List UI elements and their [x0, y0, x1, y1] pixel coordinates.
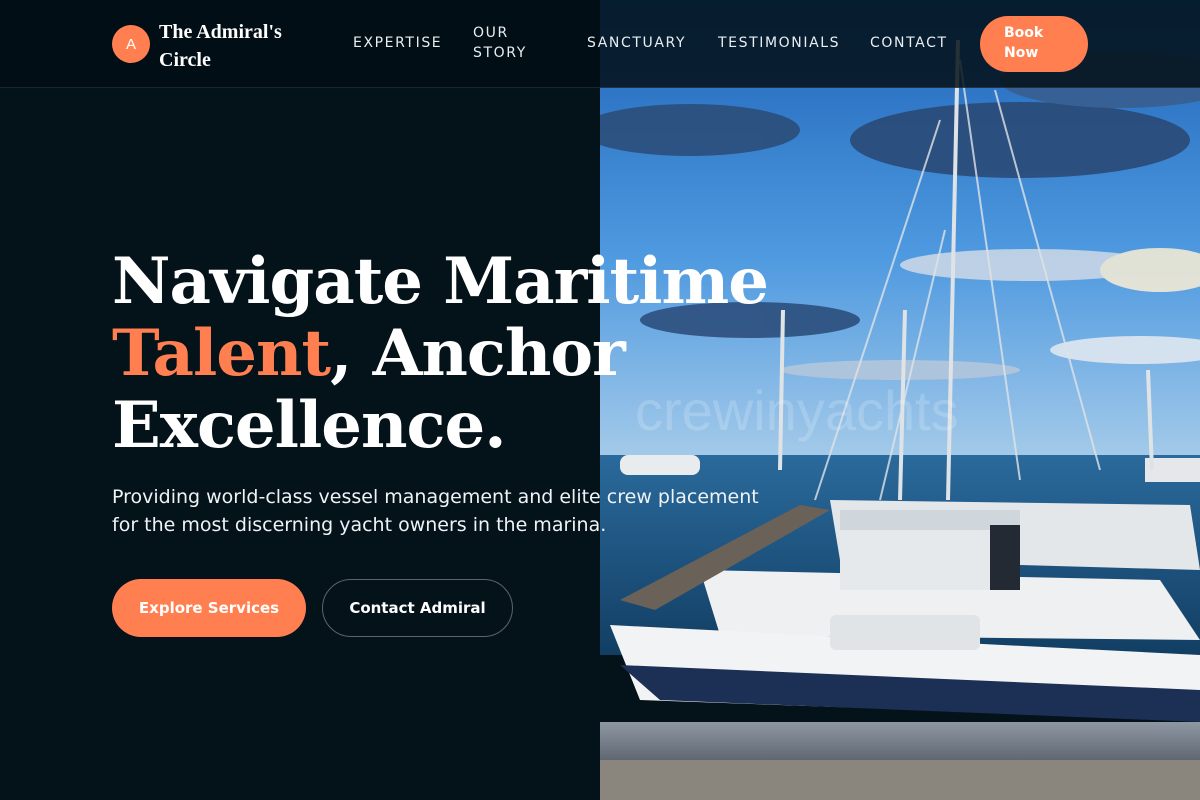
explore-services-button[interactable]: Explore Services	[112, 579, 306, 637]
nav-link-sanctuary[interactable]: SANCTUARY	[587, 33, 686, 53]
headline-line-1: Navigate Maritime	[112, 244, 769, 319]
book-now-button[interactable]: Book Now	[980, 16, 1088, 72]
headline-line-2-rest: , Anchor	[330, 316, 626, 391]
headline-accent-word: Talent	[112, 316, 331, 391]
nav-link-contact[interactable]: CONTACT	[870, 33, 948, 53]
explore-services-label: Explore Services	[138, 599, 280, 617]
site-header: A The Admiral's Circle EXPERTISE OUR STO…	[0, 0, 1200, 88]
circle-letter-logo-icon: A	[112, 25, 150, 63]
nav-link-expertise[interactable]: EXPERTISE	[353, 33, 442, 53]
hero-headline: Navigate Maritime Talent, Anchor Excelle…	[112, 246, 772, 462]
nav-link-testimonials[interactable]: TESTIMONIALS	[718, 33, 840, 53]
hero-subtext: Providing world-class vessel management …	[112, 486, 759, 536]
headline-line-3: Excellence.	[112, 388, 506, 463]
nav-link-our-story[interactable]: OUR STORY	[473, 23, 537, 63]
book-now-label: Book Now	[1004, 25, 1044, 61]
contact-admiral-button[interactable]: Contact Admiral	[322, 579, 513, 637]
brand-name: The Admiral's Circle	[159, 21, 282, 71]
brand-logo[interactable]: A The Admiral's Circle	[112, 18, 319, 74]
contact-admiral-label: Contact Admiral	[349, 599, 486, 617]
